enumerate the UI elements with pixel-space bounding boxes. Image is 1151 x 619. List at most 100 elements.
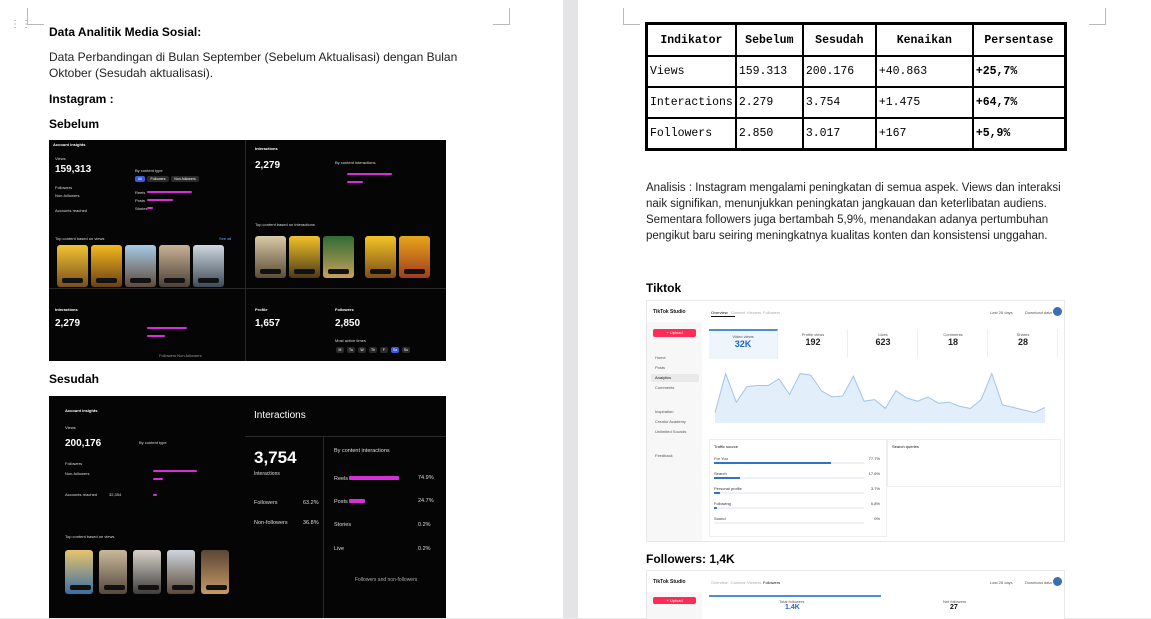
see-all-link[interactable]: See all: [219, 236, 231, 241]
day-chip[interactable]: Sa: [391, 347, 399, 353]
non-followers-label: Non-followers: [55, 193, 80, 198]
day-chip[interactable]: W: [358, 347, 366, 353]
table-header-row: Indikator Sebelum Sesudah Kenaikan Perse…: [647, 24, 1065, 56]
posts-interactions-bar: [347, 181, 363, 183]
followers-label: Followers: [55, 185, 73, 190]
tab-overview[interactable]: Overview: [711, 580, 728, 585]
thumbnail[interactable]: [91, 245, 122, 287]
metric-cards: Video views 32K Profile views 192 Likes 623 Co…: [709, 329, 1059, 359]
avatar[interactable]: [1053, 577, 1062, 586]
comparison-table: Indikator Sebelum Sesudah Kenaikan Perse…: [645, 22, 1067, 151]
followers-heading: Followers: 1,4K: [646, 552, 735, 566]
upload-button[interactable]: + Upload: [653, 597, 696, 604]
table-cell: +40.863: [875, 56, 973, 87]
posts-bar: [349, 499, 365, 503]
table-cell: +64,7%: [972, 87, 1065, 118]
thumbnail[interactable]: [255, 236, 286, 278]
download-data-button[interactable]: Download data: [1025, 580, 1052, 585]
tab-overview[interactable]: Overview: [711, 310, 728, 315]
stories-bar: [147, 207, 153, 209]
net-followers-value: 27: [950, 604, 958, 611]
by-content-type-label: By content type: [135, 168, 163, 173]
top-content-views-label: Top content based on views: [65, 534, 115, 539]
tab-followers[interactable]: Followers: [147, 176, 169, 182]
thumbnail[interactable]: [193, 245, 224, 287]
date-range-select[interactable]: Last 28 days: [990, 310, 1013, 315]
by-content-interactions-label: By content interactions: [334, 448, 390, 454]
thumbnail[interactable]: [365, 236, 396, 278]
sidebar-item-inspiration[interactable]: Inspiration: [655, 409, 673, 414]
day-chip[interactable]: Su: [402, 347, 410, 353]
followers-card-label: Followers: [335, 307, 354, 312]
day-chip[interactable]: Tu: [347, 347, 355, 353]
table-row: Views 159.313 200.176 +40.863 +25,7%: [647, 56, 1065, 87]
traffic-source-label: Search: [714, 471, 727, 476]
thumbnail[interactable]: [201, 550, 229, 594]
live-label: Live: [334, 546, 345, 552]
thumbnail[interactable]: [99, 550, 127, 594]
sidebar-item-posts[interactable]: Posts: [655, 365, 665, 370]
tab-viewers[interactable]: Viewers: [747, 580, 761, 585]
tiktok-brand: TikTok Studio: [653, 309, 686, 315]
crop-mark: [1089, 8, 1106, 25]
sidebar-item-analytics[interactable]: Analytics: [655, 375, 671, 380]
tab-followers[interactable]: Followers: [763, 580, 780, 585]
table-header: Persentase: [972, 24, 1065, 56]
drag-handle-icon[interactable]: ⋮⋮: [10, 20, 32, 30]
avatar[interactable]: [1053, 307, 1062, 316]
tiktok-heading: Tiktok: [646, 281, 682, 295]
table-cell: +167: [875, 118, 973, 149]
thumbnail[interactable]: [57, 245, 88, 287]
day-chip[interactable]: M: [336, 347, 344, 353]
thumbnail[interactable]: [289, 236, 320, 278]
thumbnail[interactable]: [159, 245, 190, 287]
tab-all[interactable]: All: [135, 176, 145, 182]
metric-card[interactable]: Shares 28: [989, 329, 1058, 357]
thumbnail[interactable]: [167, 550, 195, 594]
thumbnail[interactable]: [133, 550, 161, 594]
account-insights-title: Account insights: [65, 408, 98, 413]
intro-paragraph: Data Perbandingan di Bulan September (Se…: [49, 50, 458, 80]
date-range-select[interactable]: Last 28 days: [990, 580, 1013, 585]
sidebar-item-feedback[interactable]: Feedback: [655, 453, 673, 458]
traffic-source-bar: [714, 507, 864, 509]
sebelum-label: Sebelum: [49, 117, 100, 131]
metric-card[interactable]: Likes 623: [849, 329, 918, 357]
non-followers-label: Non-followers: [65, 471, 90, 476]
posts-label: Posts: [334, 499, 348, 505]
tab-non-followers[interactable]: Non-followers: [171, 176, 199, 182]
thumbnail[interactable]: [125, 245, 156, 287]
day-chip[interactable]: Th: [369, 347, 377, 353]
stories-label: Stories: [135, 206, 148, 211]
tab-content[interactable]: Content: [731, 310, 745, 315]
thumbnail[interactable]: [399, 236, 430, 278]
non-followers-pct: 36.8%: [303, 520, 319, 526]
thumbnail[interactable]: [65, 550, 93, 594]
tab-content[interactable]: Content: [731, 580, 745, 585]
table-cell: +1.475: [875, 87, 973, 118]
sidebar-item-comments[interactable]: Comments: [655, 385, 674, 390]
tab-viewers[interactable]: Viewers: [747, 310, 761, 315]
traffic-source-title: Traffic source: [714, 444, 739, 449]
metric-card[interactable]: Profile views 192: [779, 329, 848, 357]
reels-bar: [153, 470, 197, 472]
search-queries-title: Search queries: [892, 444, 919, 449]
table-cell: 2.850: [735, 118, 803, 149]
traffic-source-label: For You: [714, 456, 728, 461]
traffic-source-panel: Traffic source For You 77.7% Search 17.6% Pe…: [709, 439, 887, 537]
thumbnail[interactable]: [323, 236, 354, 278]
stories-pct: 0.2%: [418, 522, 431, 528]
sidebar-item-creator-academy[interactable]: Creator Academy: [655, 419, 686, 424]
posts-bar: [153, 478, 163, 480]
day-chip[interactable]: F: [380, 347, 388, 353]
tab-followers[interactable]: Followers: [763, 310, 780, 315]
sidebar-item-home[interactable]: Home: [655, 355, 666, 360]
sidebar-item-unlimited-sounds[interactable]: Unlimited Sounds: [655, 429, 686, 434]
analysis-paragraph: Analisis : Instagram mengalami peningkat…: [646, 182, 1061, 242]
metric-card[interactable]: Video views 32K: [709, 329, 778, 359]
download-data-button[interactable]: Download data: [1025, 310, 1052, 315]
upload-button[interactable]: + Upload: [653, 329, 696, 337]
metric-card[interactable]: Comments 18: [919, 329, 988, 357]
traffic-source-value: 0.8%: [870, 501, 880, 506]
traffic-source-bar: [714, 522, 864, 524]
